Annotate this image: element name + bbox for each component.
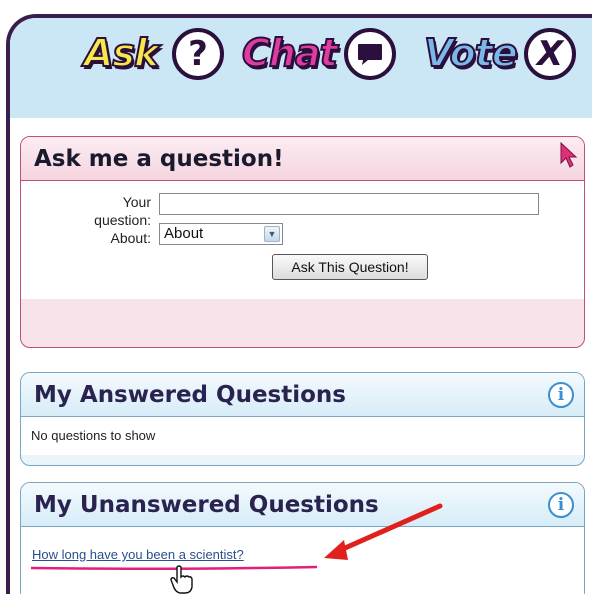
unanswered-questions-panel: My Unanswered Questions i How long have … (20, 482, 585, 594)
ask-form: Your question: About: About ▼ Ask This Q… (21, 181, 584, 299)
question-icon: ? (172, 28, 224, 80)
chat-logo[interactable]: Chat (241, 24, 412, 82)
vote-logo[interactable]: Vote X (423, 24, 592, 82)
cursor-icon (560, 141, 578, 168)
info-icon[interactable]: i (548, 492, 574, 518)
app-frame: Ask ? Chat Vote X Ask me a question! You… (6, 14, 592, 594)
ask-logo[interactable]: Ask ? (83, 24, 234, 82)
answered-empty-text: No questions to show (21, 417, 584, 455)
about-label: About: (110, 230, 151, 246)
answered-panel-title: My Answered Questions (21, 373, 584, 417)
x-icon: X (524, 28, 576, 80)
chevron-down-icon: ▼ (264, 226, 280, 242)
ask-logo-text: Ask (83, 30, 160, 76)
unanswered-question-link[interactable]: How long have you been a scientist? (32, 547, 244, 562)
ask-question-button[interactable]: Ask This Question! (272, 254, 428, 280)
header-banner: Ask ? Chat Vote X (10, 18, 592, 118)
question-label: Your (122, 194, 151, 210)
chat-bubble-icon (344, 28, 396, 80)
about-select-value: About (164, 225, 204, 242)
vote-logo-text: Vote (423, 30, 519, 76)
annotation-arrow-icon (324, 503, 443, 560)
question-label-cont: question: (94, 212, 151, 228)
ask-question-panel: Ask me a question! Your question: About:… (20, 136, 585, 348)
question-input[interactable] (159, 193, 539, 215)
ask-panel-title: Ask me a question! (21, 137, 584, 181)
hand-cursor-icon (170, 565, 193, 594)
answered-questions-panel: My Answered Questions i No questions to … (20, 372, 585, 466)
about-select[interactable]: About ▼ (159, 223, 283, 245)
unanswered-panel-title: My Unanswered Questions (21, 483, 584, 527)
info-icon[interactable]: i (548, 382, 574, 408)
unanswered-list: How long have you been a scientist? (21, 527, 584, 594)
chat-logo-text: Chat (241, 30, 339, 76)
